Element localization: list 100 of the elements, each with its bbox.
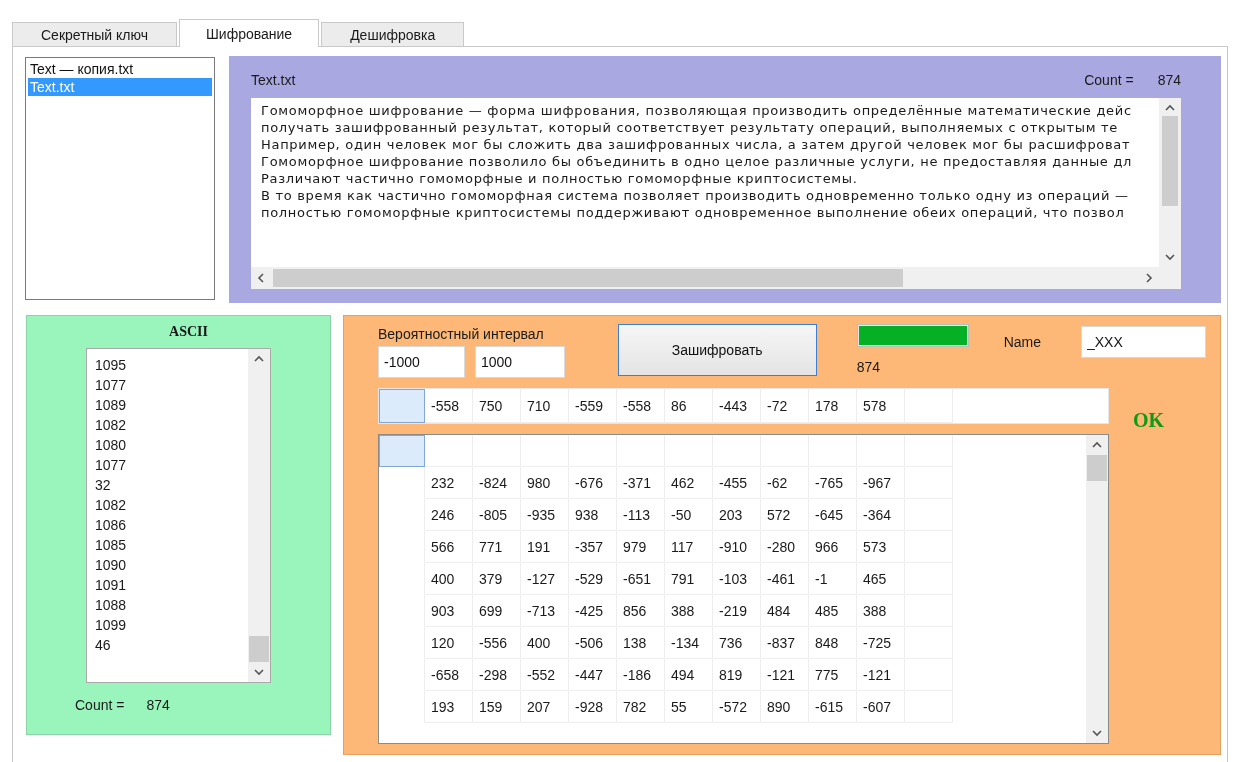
table-cell: -552: [521, 659, 569, 691]
ascii-code[interactable]: 1089: [95, 395, 127, 415]
ascii-code[interactable]: 1088: [95, 595, 127, 615]
ascii-code[interactable]: 1095: [95, 355, 127, 375]
scrollbar-thumb[interactable]: [1162, 116, 1178, 206]
scroll-down-icon[interactable]: [1164, 251, 1176, 263]
table-cell: 485: [809, 595, 857, 627]
table-cell: -910: [713, 531, 761, 563]
ascii-code[interactable]: 1077: [95, 375, 127, 395]
empty-cell: [905, 435, 953, 467]
ascii-code[interactable]: 1085: [95, 535, 127, 555]
table-cell: -357: [569, 531, 617, 563]
vertical-scrollbar[interactable]: [1086, 435, 1108, 743]
scrollbar-thumb[interactable]: [273, 269, 903, 287]
interval-min-field[interactable]: -1000: [378, 346, 465, 378]
horizontal-scrollbar[interactable]: [251, 267, 1159, 289]
ascii-code[interactable]: 1082: [95, 415, 127, 435]
scrollbar-thumb[interactable]: [249, 636, 269, 662]
table-cell: 86: [665, 389, 713, 423]
count-label: Count =: [75, 697, 125, 713]
table-cell: 566: [425, 531, 473, 563]
ascii-code[interactable]: 1091: [95, 575, 127, 595]
vertical-scrollbar[interactable]: [1159, 98, 1181, 267]
table-cell: -725: [857, 627, 905, 659]
progress-count: 874: [856, 359, 881, 375]
table-cell: -935: [521, 499, 569, 531]
empty-cell: [617, 435, 665, 467]
table-cell: 578: [857, 389, 905, 423]
ascii-code[interactable]: 1080: [95, 435, 127, 455]
tab[interactable]: Секретный ключ: [12, 22, 177, 46]
table-cell: 699: [473, 595, 521, 627]
empty-cell: [857, 435, 905, 467]
table-cell: -572: [713, 691, 761, 723]
table-cell: -103: [713, 563, 761, 595]
empty-cell: [761, 435, 809, 467]
table-cell: -62: [761, 467, 809, 499]
table-cell: 246: [425, 499, 473, 531]
empty-cell: [665, 435, 713, 467]
ascii-title: ASCII: [169, 324, 208, 340]
tab[interactable]: Шифрование: [179, 19, 320, 47]
table-cell: 848: [809, 627, 857, 659]
ascii-code[interactable]: 1086: [95, 515, 127, 535]
table-cell: -50: [665, 499, 713, 531]
ascii-code[interactable]: 32: [95, 475, 111, 495]
row-header-cell[interactable]: [379, 435, 425, 467]
name-label: Name: [1003, 334, 1041, 350]
table-cell: -506: [569, 627, 617, 659]
table-cell: 979: [617, 531, 665, 563]
empty-cell: [521, 435, 569, 467]
ascii-code[interactable]: 1090: [95, 555, 127, 575]
text-box[interactable]: [251, 98, 1181, 289]
count-value: 874: [146, 697, 170, 713]
name-field[interactable]: _XXX: [1081, 326, 1206, 358]
table-cell: 573: [857, 531, 905, 563]
table-cell: 791: [665, 563, 713, 595]
ascii-list[interactable]: 1095 1077 1089 1082 1080 1077 32 1082 1086 1085 1090 1091 1088 1099 46: [86, 348, 271, 683]
ascii-code[interactable]: 46: [95, 635, 111, 655]
table-cell: 159: [473, 691, 521, 723]
table-cell: -559: [569, 389, 617, 423]
table-cell: -280: [761, 531, 809, 563]
table-cell: 138: [617, 627, 665, 659]
table-cell: 203: [713, 499, 761, 531]
table-cell: 484: [761, 595, 809, 627]
file-list[interactable]: Text — копия.txt Text.txt: [25, 57, 215, 300]
text-line: Различают частично гомоморфные и полностью гомоморфные криптосистемы.: [261, 170, 859, 187]
scroll-down-icon[interactable]: [253, 666, 265, 678]
scroll-right-icon[interactable]: [1143, 272, 1155, 284]
file-list-item[interactable]: Text — копия.txt: [28, 60, 212, 78]
empty-cell: [809, 435, 857, 467]
table-cell: -425: [569, 595, 617, 627]
text-line: полностью гомоморфные криптосистемы поддерживают одновременное выполнение обеих операций, что позвол: [261, 204, 1126, 221]
ascii-code[interactable]: 1077: [95, 455, 127, 475]
table-cell: 782: [617, 691, 665, 723]
tab[interactable]: Дешифровка: [321, 22, 465, 46]
table-cell: 903: [425, 595, 473, 627]
row-header-cell[interactable]: [379, 389, 425, 423]
table-cell: -558: [425, 389, 473, 423]
table-cell: -443: [713, 389, 761, 423]
ascii-code[interactable]: 1082: [95, 495, 127, 515]
scroll-left-icon[interactable]: [255, 272, 267, 284]
table-cell: -837: [761, 627, 809, 659]
table-cell: -447: [569, 659, 617, 691]
scroll-down-icon[interactable]: [1091, 727, 1103, 739]
encrypt-button[interactable]: Зашифровать: [617, 324, 817, 376]
scrollbar-thumb[interactable]: [1087, 455, 1107, 481]
table-cell: -713: [521, 595, 569, 627]
table-cell: 193: [425, 691, 473, 723]
table-cell: 938: [569, 499, 617, 531]
table-cell: -558: [617, 389, 665, 423]
table-cell: 388: [857, 595, 905, 627]
table-cell: -121: [761, 659, 809, 691]
table-cell: 178: [809, 389, 857, 423]
vertical-scrollbar[interactable]: [248, 349, 270, 682]
table-cell: 750: [473, 389, 521, 423]
ascii-code[interactable]: 1099: [95, 615, 127, 635]
table-cell: 966: [809, 531, 857, 563]
text-line: получать зашифрованный результат, который соответствует результату операций, выполняемых с открытым те: [261, 119, 1120, 136]
empty-cell: [473, 435, 521, 467]
table-cell: -298: [473, 659, 521, 691]
interval-max-field[interactable]: 1000: [475, 346, 565, 378]
